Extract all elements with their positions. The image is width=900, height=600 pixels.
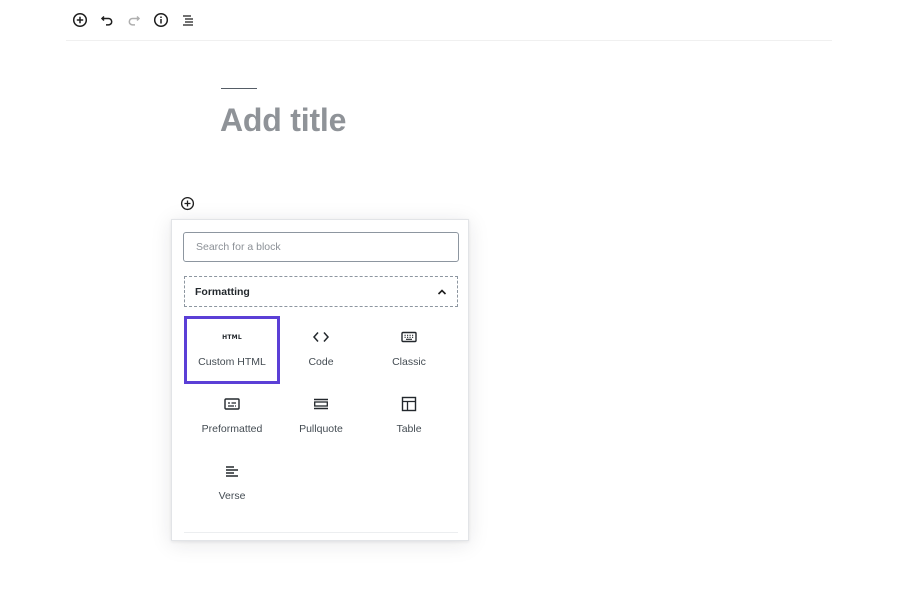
plus-circle-icon [72,12,87,28]
block-pullquote[interactable]: Pullquote [273,383,369,451]
plus-circle-icon [180,196,194,210]
block-label: Custom HTML [198,356,266,368]
block-label: Verse [218,490,246,502]
block-label: Pullquote [299,423,343,435]
info-icon [153,12,168,28]
redo-icon [128,15,140,26]
undo-button[interactable] [93,1,120,39]
formatting-panel-toggle[interactable]: Formatting [184,276,458,307]
html-icon: HTML [222,333,242,341]
block-label: Code [308,356,334,368]
block-label: Classic [392,356,426,368]
block-code[interactable]: Code [273,316,369,384]
preformatted-icon [224,398,240,410]
redo-button[interactable] [120,1,147,39]
undo-icon [100,15,112,26]
editor-toolbar [66,0,832,41]
block-label: Preformatted [201,423,263,435]
block-table[interactable]: Table [361,383,457,451]
list-outline-icon [182,15,193,26]
info-button[interactable] [147,1,174,39]
table-icon [401,396,417,412]
post-title[interactable]: Add title [220,102,346,139]
add-block-button[interactable] [66,1,93,39]
title-separator [221,88,257,89]
block-classic[interactable]: Classic [361,316,457,384]
pullquote-icon [314,398,328,410]
code-icon [312,332,330,342]
panel-title: Formatting [195,285,250,298]
panel-divider [184,532,458,533]
block-inserter-toggle[interactable] [179,195,195,211]
keyboard-icon [401,331,417,343]
block-label: Table [396,423,422,435]
outline-button[interactable] [174,1,201,39]
chevron-up-icon [437,288,447,295]
block-preformatted[interactable]: Preformatted [184,383,280,451]
block-inserter-popover: Formatting HTML Custom HTML Code [171,219,469,541]
block-custom-html[interactable]: HTML Custom HTML [184,316,280,384]
block-search-input[interactable] [183,232,459,262]
block-verse[interactable]: Verse [184,450,280,518]
verse-icon [226,466,238,477]
